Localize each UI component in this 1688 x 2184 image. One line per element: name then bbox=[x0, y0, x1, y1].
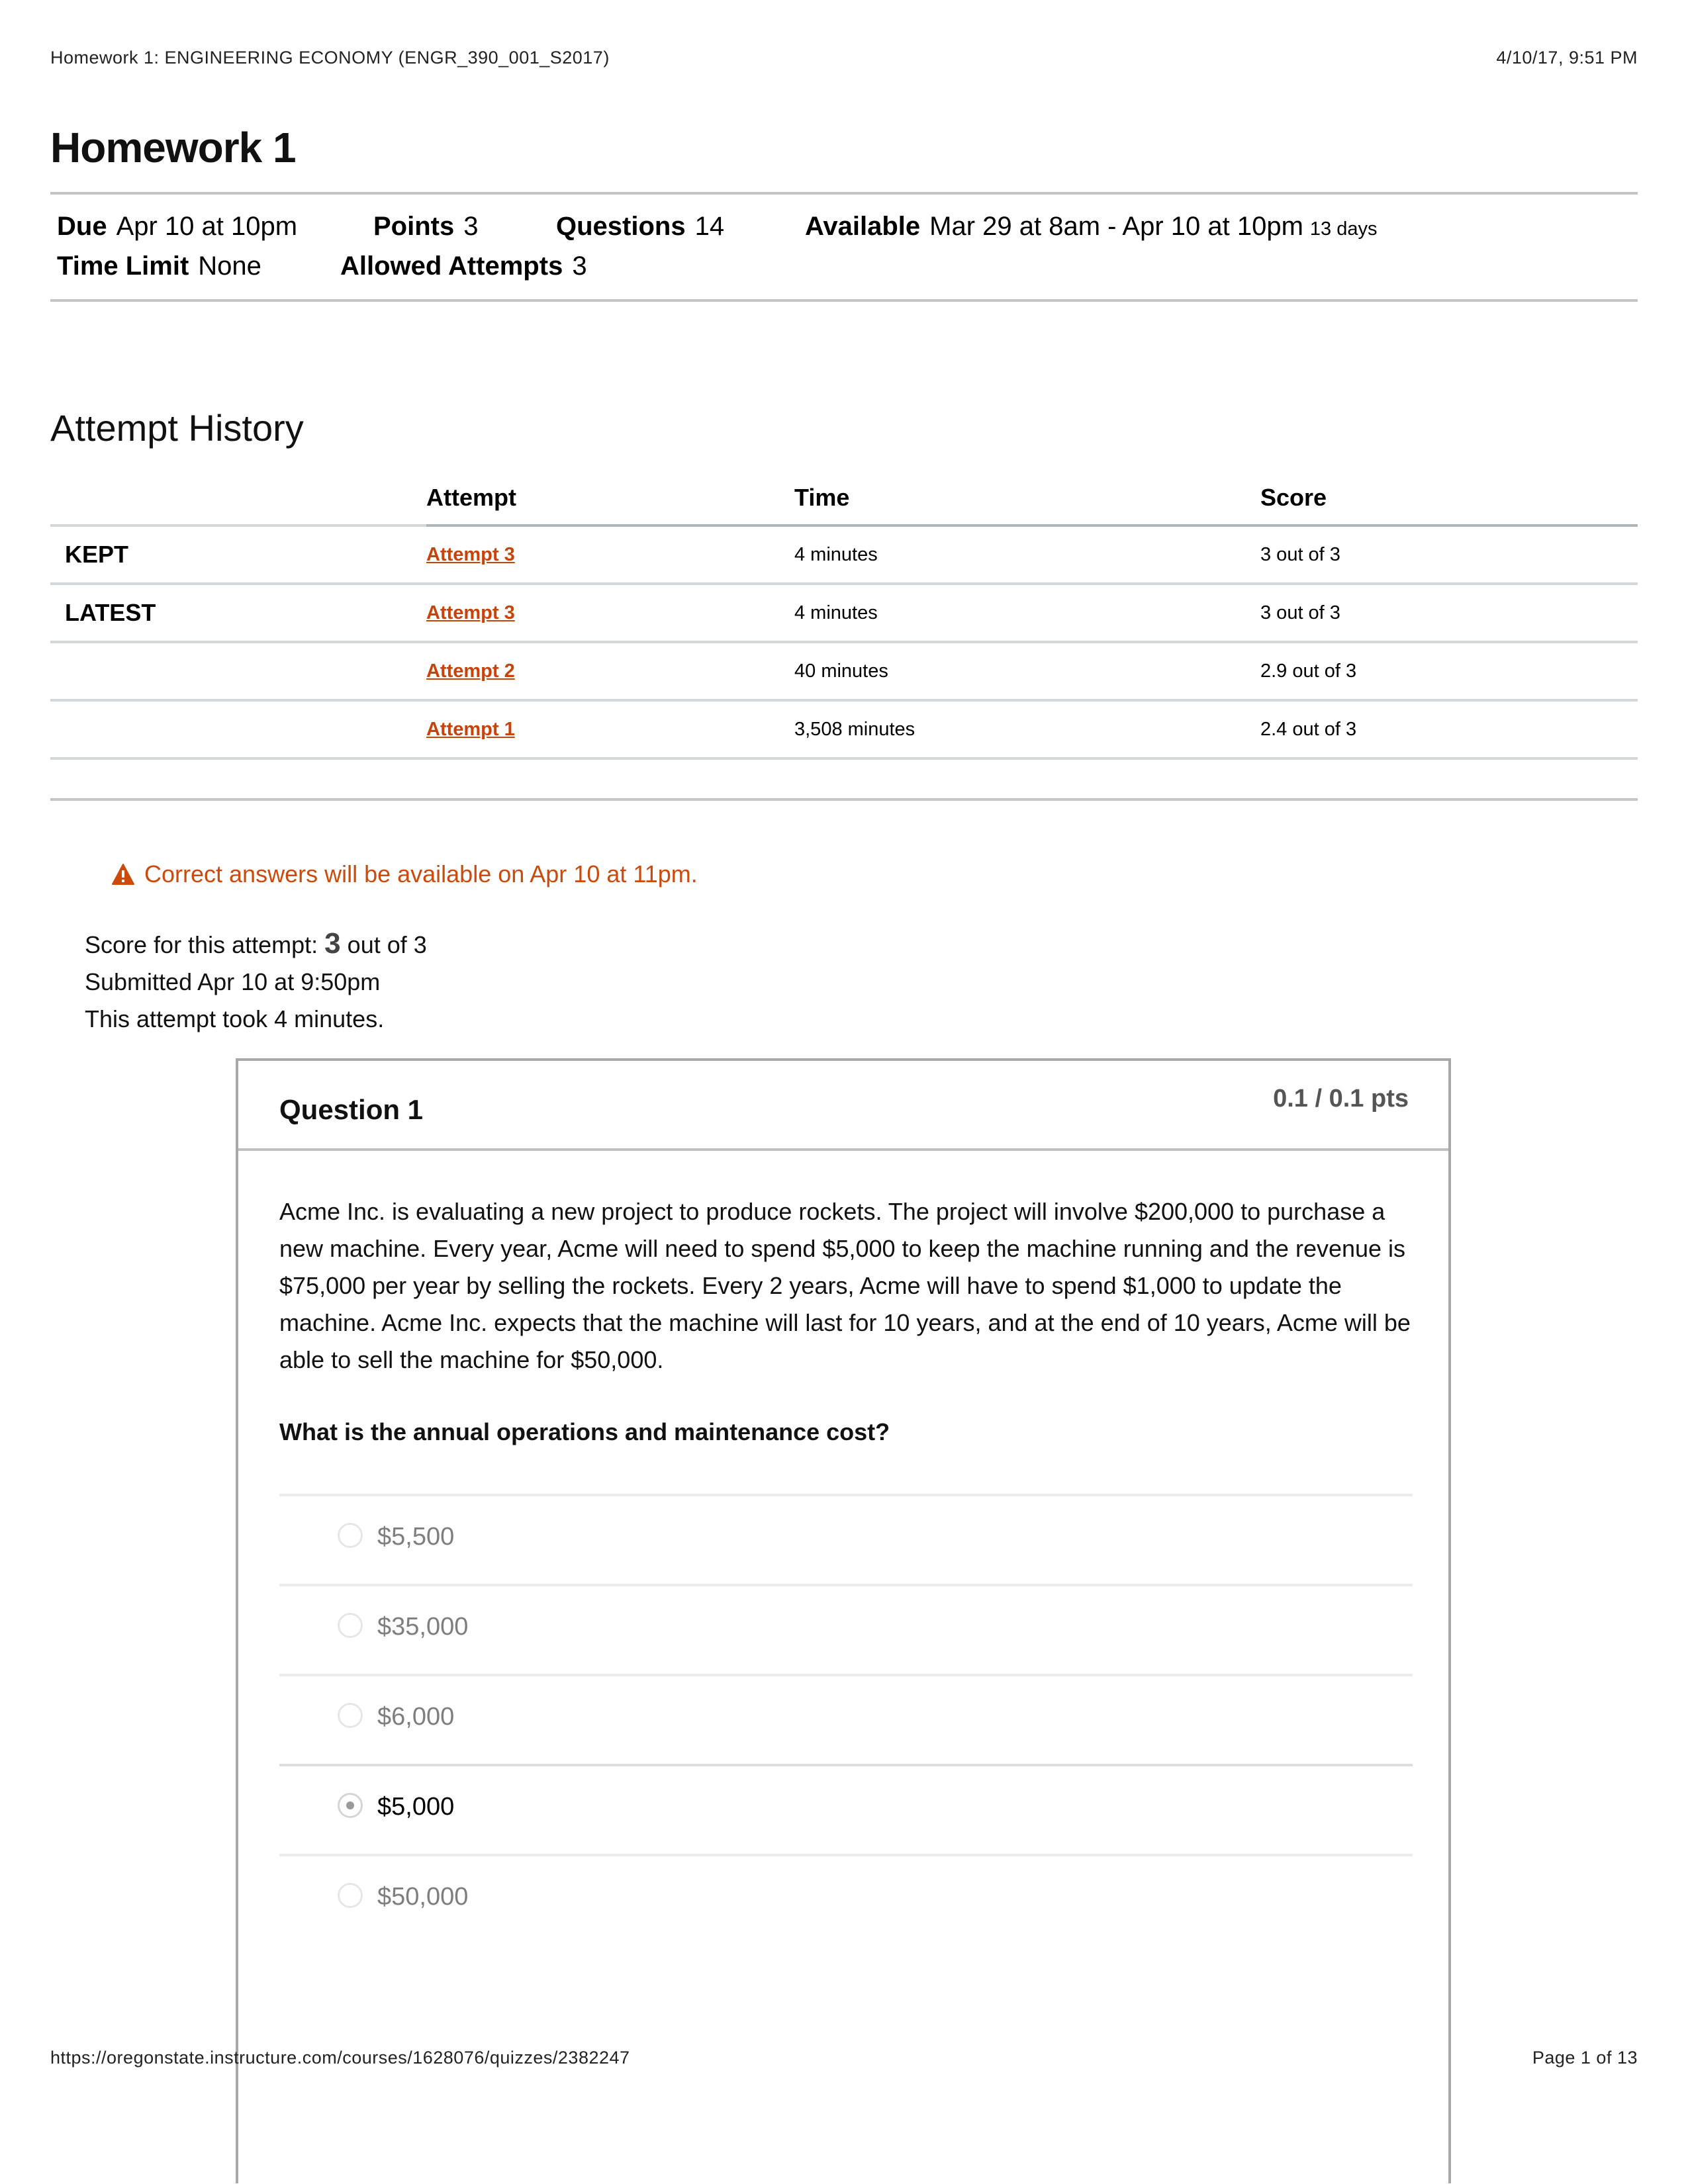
attempt-time: 40 minutes bbox=[794, 642, 1260, 702]
column-header-score: Score bbox=[1260, 471, 1638, 527]
meta-due-value: Apr 10 at 10pm bbox=[116, 212, 298, 241]
attempt-score: 2.4 out of 3 bbox=[1260, 700, 1638, 760]
answer-option[interactable]: $6,000 bbox=[279, 1674, 1413, 1764]
divider bbox=[50, 798, 1638, 801]
attempt-score: 3 out of 3 bbox=[1260, 525, 1638, 585]
attempt-history-title: Attempt History bbox=[50, 407, 304, 449]
radio-button[interactable] bbox=[338, 1613, 363, 1638]
meta-due: Due Apr 10 at 10pm bbox=[57, 212, 297, 242]
correct-answers-notice: Correct answers will be available on Apr… bbox=[111, 860, 698, 888]
score-value: 3 bbox=[324, 927, 341, 960]
attempt-cell: Attempt 2 bbox=[426, 642, 794, 702]
table-row: Attempt 1 3,508 minutes 2.4 out of 3 bbox=[50, 700, 1638, 760]
answer-label: $35,000 bbox=[377, 1613, 469, 1641]
answer-label: $5,000 bbox=[377, 1793, 455, 1821]
attempt-time: 4 minutes bbox=[794, 525, 1260, 585]
page-number: Page 1 of 13 bbox=[1532, 2048, 1638, 2068]
meta-allowed-attempts: Allowed Attempts 3 bbox=[340, 251, 587, 281]
print-header-title: Homework 1: ENGINEERING ECONOMY (ENGR_39… bbox=[50, 48, 610, 68]
radio-button[interactable] bbox=[338, 1703, 363, 1728]
meta-available: Available Mar 29 at 8am - Apr 10 at 10pm 1… bbox=[805, 212, 1377, 242]
meta-allowed-attempts-value: 3 bbox=[572, 251, 587, 281]
radio-button[interactable] bbox=[338, 1523, 363, 1548]
table-row: LATEST Attempt 3 4 minutes 3 out of 3 bbox=[50, 584, 1638, 643]
attempt-link[interactable]: Attempt 3 bbox=[426, 544, 515, 565]
question-card: Question 1 0.1 / 0.1 pts Acme Inc. is ev… bbox=[236, 1058, 1451, 2183]
page-title: Homework 1 bbox=[50, 124, 297, 171]
meta-points: Points 3 bbox=[373, 212, 478, 242]
column-header-time: Time bbox=[794, 471, 1260, 527]
attempt-score-line: Score for this attempt: 3 out of 3 bbox=[85, 925, 427, 964]
attempt-cell: Attempt 3 bbox=[426, 584, 794, 643]
attempt-summary: Score for this attempt: 3 out of 3 Submi… bbox=[85, 925, 427, 1038]
answer-option[interactable]: $50,000 bbox=[279, 1854, 1413, 1944]
question-prompt: What is the annual operations and mainte… bbox=[279, 1418, 890, 1445]
attempt-score: 3 out of 3 bbox=[1260, 584, 1638, 643]
column-header-attempt: Attempt bbox=[426, 471, 794, 527]
attempt-tag: KEPT bbox=[50, 525, 426, 585]
attempt-tag bbox=[50, 642, 426, 702]
meta-allowed-attempts-label: Allowed Attempts bbox=[340, 251, 563, 281]
answer-label: $6,000 bbox=[377, 1703, 455, 1731]
attempt-history-table: Attempt Time Score KEPT Attempt 3 4 minu… bbox=[50, 471, 1638, 760]
meta-questions-value: 14 bbox=[694, 212, 725, 241]
page-url: https://oregonstate.instructure.com/cour… bbox=[50, 2048, 630, 2068]
divider bbox=[50, 299, 1638, 302]
score-prefix: Score for this attempt: bbox=[85, 931, 318, 958]
table-row: Attempt 2 40 minutes 2.9 out of 3 bbox=[50, 642, 1638, 702]
meta-points-value: 3 bbox=[463, 212, 479, 241]
meta-time-limit: Time Limit None bbox=[57, 251, 261, 281]
meta-time-limit-label: Time Limit bbox=[57, 251, 189, 281]
answer-list: $5,500 $35,000 $6,000 $5,000 $50,000 bbox=[279, 1494, 1413, 1944]
question-points: 0.1 / 0.1 pts bbox=[1273, 1085, 1409, 1113]
table-row: KEPT Attempt 3 4 minutes 3 out of 3 bbox=[50, 525, 1638, 585]
attempt-time: 3,508 minutes bbox=[794, 700, 1260, 760]
attempt-link[interactable]: Attempt 2 bbox=[426, 660, 515, 682]
meta-points-label: Points bbox=[373, 212, 455, 241]
attempt-score: 2.9 out of 3 bbox=[1260, 642, 1638, 702]
meta-available-label: Available bbox=[805, 212, 921, 241]
table-header-row: Attempt Time Score bbox=[50, 471, 1638, 527]
meta-available-value: Mar 29 at 8am - Apr 10 at 10pm bbox=[929, 212, 1303, 241]
warning-icon bbox=[112, 864, 134, 885]
answer-option[interactable]: $5,500 bbox=[279, 1494, 1413, 1584]
answer-label: $50,000 bbox=[377, 1883, 469, 1911]
meta-questions: Questions 14 bbox=[556, 212, 724, 242]
duration-line: This attempt took 4 minutes. bbox=[85, 1005, 385, 1032]
score-suffix: out of 3 bbox=[347, 931, 427, 958]
answer-option-selected[interactable]: $5,000 bbox=[279, 1764, 1413, 1854]
print-header: Homework 1: ENGINEERING ECONOMY (ENGR_39… bbox=[50, 48, 1638, 74]
attempt-time: 4 minutes bbox=[794, 584, 1260, 643]
question-header: Question 1 0.1 / 0.1 pts bbox=[238, 1061, 1448, 1151]
meta-time-limit-value: None bbox=[198, 251, 261, 281]
submitted-line: Submitted Apr 10 at 9:50pm bbox=[85, 968, 381, 995]
question-title: Question 1 bbox=[279, 1094, 424, 1125]
question-text: Acme Inc. is evaluating a new project to… bbox=[279, 1198, 1411, 1373]
radio-button[interactable] bbox=[338, 1883, 363, 1908]
meta-questions-label: Questions bbox=[556, 212, 686, 241]
column-header-tag bbox=[50, 471, 426, 527]
divider bbox=[50, 192, 1638, 195]
answer-label: $5,500 bbox=[377, 1523, 455, 1551]
meta-available-duration: 13 days bbox=[1309, 218, 1378, 240]
notice-text: Correct answers will be available on Apr… bbox=[144, 860, 698, 887]
attempt-cell: Attempt 3 bbox=[426, 525, 794, 585]
radio-button-selected[interactable] bbox=[338, 1793, 363, 1818]
answer-option[interactable]: $35,000 bbox=[279, 1584, 1413, 1674]
attempt-cell: Attempt 1 bbox=[426, 700, 794, 760]
meta-due-label: Due bbox=[57, 212, 107, 241]
print-header-datetime: 4/10/17, 9:51 PM bbox=[1496, 48, 1638, 68]
attempt-link[interactable]: Attempt 3 bbox=[426, 602, 515, 623]
attempt-tag: LATEST bbox=[50, 584, 426, 643]
attempt-link[interactable]: Attempt 1 bbox=[426, 719, 515, 740]
attempt-tag bbox=[50, 700, 426, 760]
